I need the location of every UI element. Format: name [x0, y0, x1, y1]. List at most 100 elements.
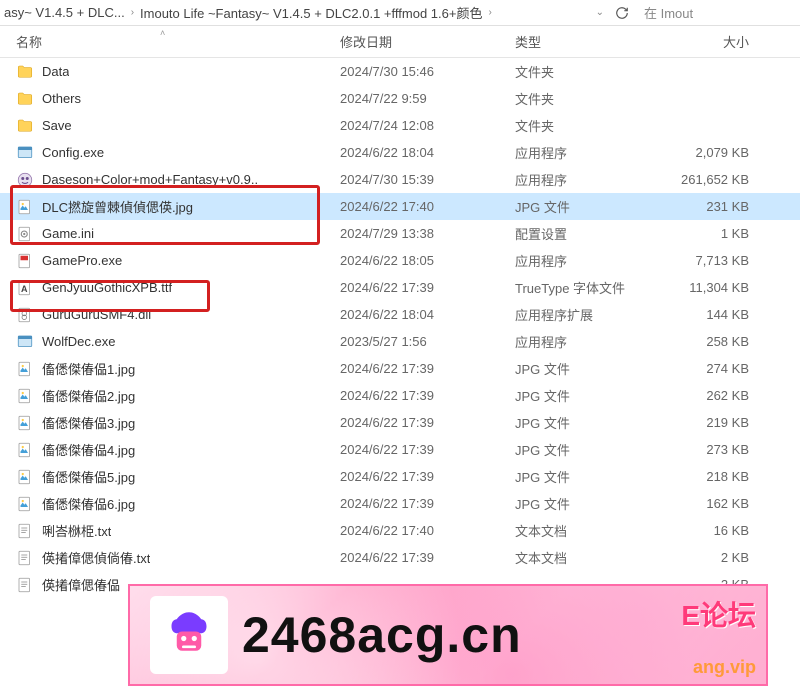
search-input[interactable]: 在 Imout: [636, 2, 796, 24]
file-name: WolfDec.exe: [42, 334, 115, 349]
file-date: 2023/5/27 1:56: [340, 334, 515, 349]
file-name: 傗僁傑偆偘5.jpg: [42, 467, 135, 486]
file-row[interactable]: GuruGuruSMF4.dll2024/6/22 18:04应用程序扩展144…: [0, 301, 800, 328]
file-name: Others: [42, 91, 81, 106]
file-date: 2024/6/22 17:39: [340, 442, 515, 457]
exe-icon: [16, 144, 34, 162]
file-name: 傗僁傑偆偘4.jpg: [42, 440, 135, 459]
breadcrumb-item-2[interactable]: Imouto Life ~Fantasy~ V1.4.5 + DLC2.0.1 …: [140, 3, 482, 22]
file-date: 2024/6/22 17:39: [340, 415, 515, 430]
file-size: 231 KB: [655, 199, 765, 214]
file-row[interactable]: 傗僁傑偆偘4.jpg 2024/6/22 17:39JPG 文件273 KB: [0, 436, 800, 463]
folder-icon: [16, 117, 34, 135]
file-name: 傗僁傑偆偘2.jpg: [42, 386, 135, 405]
file-row[interactable]: 傗僁傑偆偘1.jpg2024/6/22 17:39JPG 文件274 KB: [0, 355, 800, 382]
dropdown-icon[interactable]: ⌄: [592, 7, 608, 18]
file-size: 2,079 KB: [655, 145, 765, 160]
file-row[interactable]: 傗僁傑偆偘2.jpg2024/6/22 17:39JPG 文件262 KB: [0, 382, 800, 409]
file-list: Data2024/7/30 15:46文件夹Others2024/7/22 9:…: [0, 58, 800, 598]
file-date: 2024/6/22 17:39: [340, 469, 515, 484]
file-row[interactable]: Config.exe 2024/6/22 18:04应用程序2,079 KB: [0, 139, 800, 166]
header-size[interactable]: 大小: [655, 32, 765, 51]
file-type: JPG 文件: [515, 440, 655, 459]
file-date: 2024/6/22 17:39: [340, 280, 515, 295]
file-name: Config.exe: [42, 145, 104, 160]
file-date: 2024/6/22 17:39: [340, 361, 515, 376]
file-row[interactable]: Game.ini2024/7/29 13:38配置设置1 KB: [0, 220, 800, 247]
file-row[interactable]: 傗僁傑偆偘6.jpg2024/6/22 17:39JPG 文件162 KB: [0, 490, 800, 517]
file-row[interactable]: WolfDec.exe 2023/5/27 1:56应用程序258 KB: [0, 328, 800, 355]
banner-side-text-1: E论坛: [681, 594, 756, 634]
ini-icon: [16, 225, 34, 243]
file-size: 262 KB: [655, 388, 765, 403]
watermark-banner: 2468acg.cn E论坛 ang.vip: [128, 584, 768, 686]
file-row[interactable]: 偀撯傽偲偵倘偆.txt2024/6/22 17:39文本文档2 KB: [0, 544, 800, 571]
header-name[interactable]: 名称: [16, 32, 340, 51]
file-name: GamePro.exe: [42, 253, 122, 268]
txt-icon: [16, 549, 34, 567]
breadcrumb-item-1[interactable]: asy~ V1.4.5 + DLC...: [4, 5, 125, 20]
file-row[interactable]: 傗僁傑偆偘5.jpg2024/6/22 17:39JPG 文件218 KB: [0, 463, 800, 490]
chevron-right-icon: ›: [486, 7, 493, 18]
file-name: Daseson+Color+mod+Fantasy+v0.9..: [42, 172, 258, 187]
file-date: 2024/6/22 17:39: [340, 550, 515, 565]
header-type[interactable]: 类型: [515, 32, 655, 51]
file-size: 258 KB: [655, 334, 765, 349]
file-name: 傗僁傑偆偘1.jpg: [42, 359, 135, 378]
file-row[interactable]: AGenJyuuGothicXPB.ttf2024/6/22 17:39True…: [0, 274, 800, 301]
file-name: 偀撯傽偲偆偘: [42, 575, 120, 594]
file-date: 2024/7/29 13:38: [340, 226, 515, 241]
file-name: DLC撚旋曾棘偵偵偲偀.jpg: [42, 197, 193, 216]
file-size: 1 KB: [655, 226, 765, 241]
file-type: JPG 文件: [515, 467, 655, 486]
file-date: 2024/6/22 18:05: [340, 253, 515, 268]
file-row[interactable]: 唎峇椕栕.txt2024/6/22 17:40文本文档16 KB: [0, 517, 800, 544]
font-icon: A: [16, 279, 34, 297]
file-date: 2024/7/30 15:39: [340, 172, 515, 187]
folder-icon: [16, 63, 34, 81]
file-size: 11,304 KB: [655, 280, 765, 295]
file-row[interactable]: Data2024/7/30 15:46文件夹: [0, 58, 800, 85]
file-size: 219 KB: [655, 415, 765, 430]
app-icon: [16, 171, 34, 189]
file-row[interactable]: Save2024/7/24 12:08文件夹: [0, 112, 800, 139]
jpg-icon: [16, 441, 34, 459]
jpg-icon: [16, 198, 34, 216]
file-name: Save: [42, 118, 72, 133]
file-size: 261,652 KB: [655, 172, 765, 187]
banner-text: 2468acg.cn: [242, 606, 522, 664]
chevron-right-icon: ›: [129, 7, 136, 18]
file-size: 16 KB: [655, 523, 765, 538]
file-type: 应用程序: [515, 143, 655, 162]
exe-icon: [16, 333, 34, 351]
file-row[interactable]: DLC撚旋曾棘偵偵偲偀.jpg2024/6/22 17:40JPG 文件231 …: [0, 193, 800, 220]
file-type: TrueType 字体文件: [515, 278, 655, 297]
file-size: 273 KB: [655, 442, 765, 457]
file-type: 应用程序: [515, 332, 655, 351]
refresh-icon[interactable]: [612, 3, 632, 23]
file-row[interactable]: Others2024/7/22 9:59文件夹: [0, 85, 800, 112]
exe-red-icon: [16, 252, 34, 270]
jpg-icon: [16, 495, 34, 513]
file-type: 文本文档: [515, 548, 655, 567]
file-row[interactable]: Daseson+Color+mod+Fantasy+v0.9.. 2024/7/3…: [0, 166, 800, 193]
file-type: JPG 文件: [515, 359, 655, 378]
breadcrumb[interactable]: asy~ V1.4.5 + DLC... › Imouto Life ~Fant…: [0, 0, 800, 26]
file-type: 文本文档: [515, 521, 655, 540]
file-date: 2024/7/30 15:46: [340, 64, 515, 79]
file-size: 144 KB: [655, 307, 765, 322]
header-date[interactable]: 修改日期: [340, 32, 515, 51]
file-name: Game.ini: [42, 226, 94, 241]
file-date: 2024/6/22 18:04: [340, 145, 515, 160]
file-date: 2024/6/22 17:40: [340, 199, 515, 214]
file-type: 文件夹: [515, 62, 655, 81]
column-headers: ˄ 名称 修改日期 类型 大小: [0, 26, 800, 58]
file-name: GuruGuruSMF4.dll: [42, 307, 151, 322]
svg-text:A: A: [21, 283, 28, 293]
file-size: 162 KB: [655, 496, 765, 511]
file-row[interactable]: 傗僁傑偆偘3.jpg2024/6/22 17:39JPG 文件219 KB: [0, 409, 800, 436]
file-date: 2024/6/22 17:39: [340, 388, 515, 403]
file-type: 文件夹: [515, 89, 655, 108]
dll-icon: [16, 306, 34, 324]
file-row[interactable]: GamePro.exe2024/6/22 18:05应用程序7,713 KB: [0, 247, 800, 274]
